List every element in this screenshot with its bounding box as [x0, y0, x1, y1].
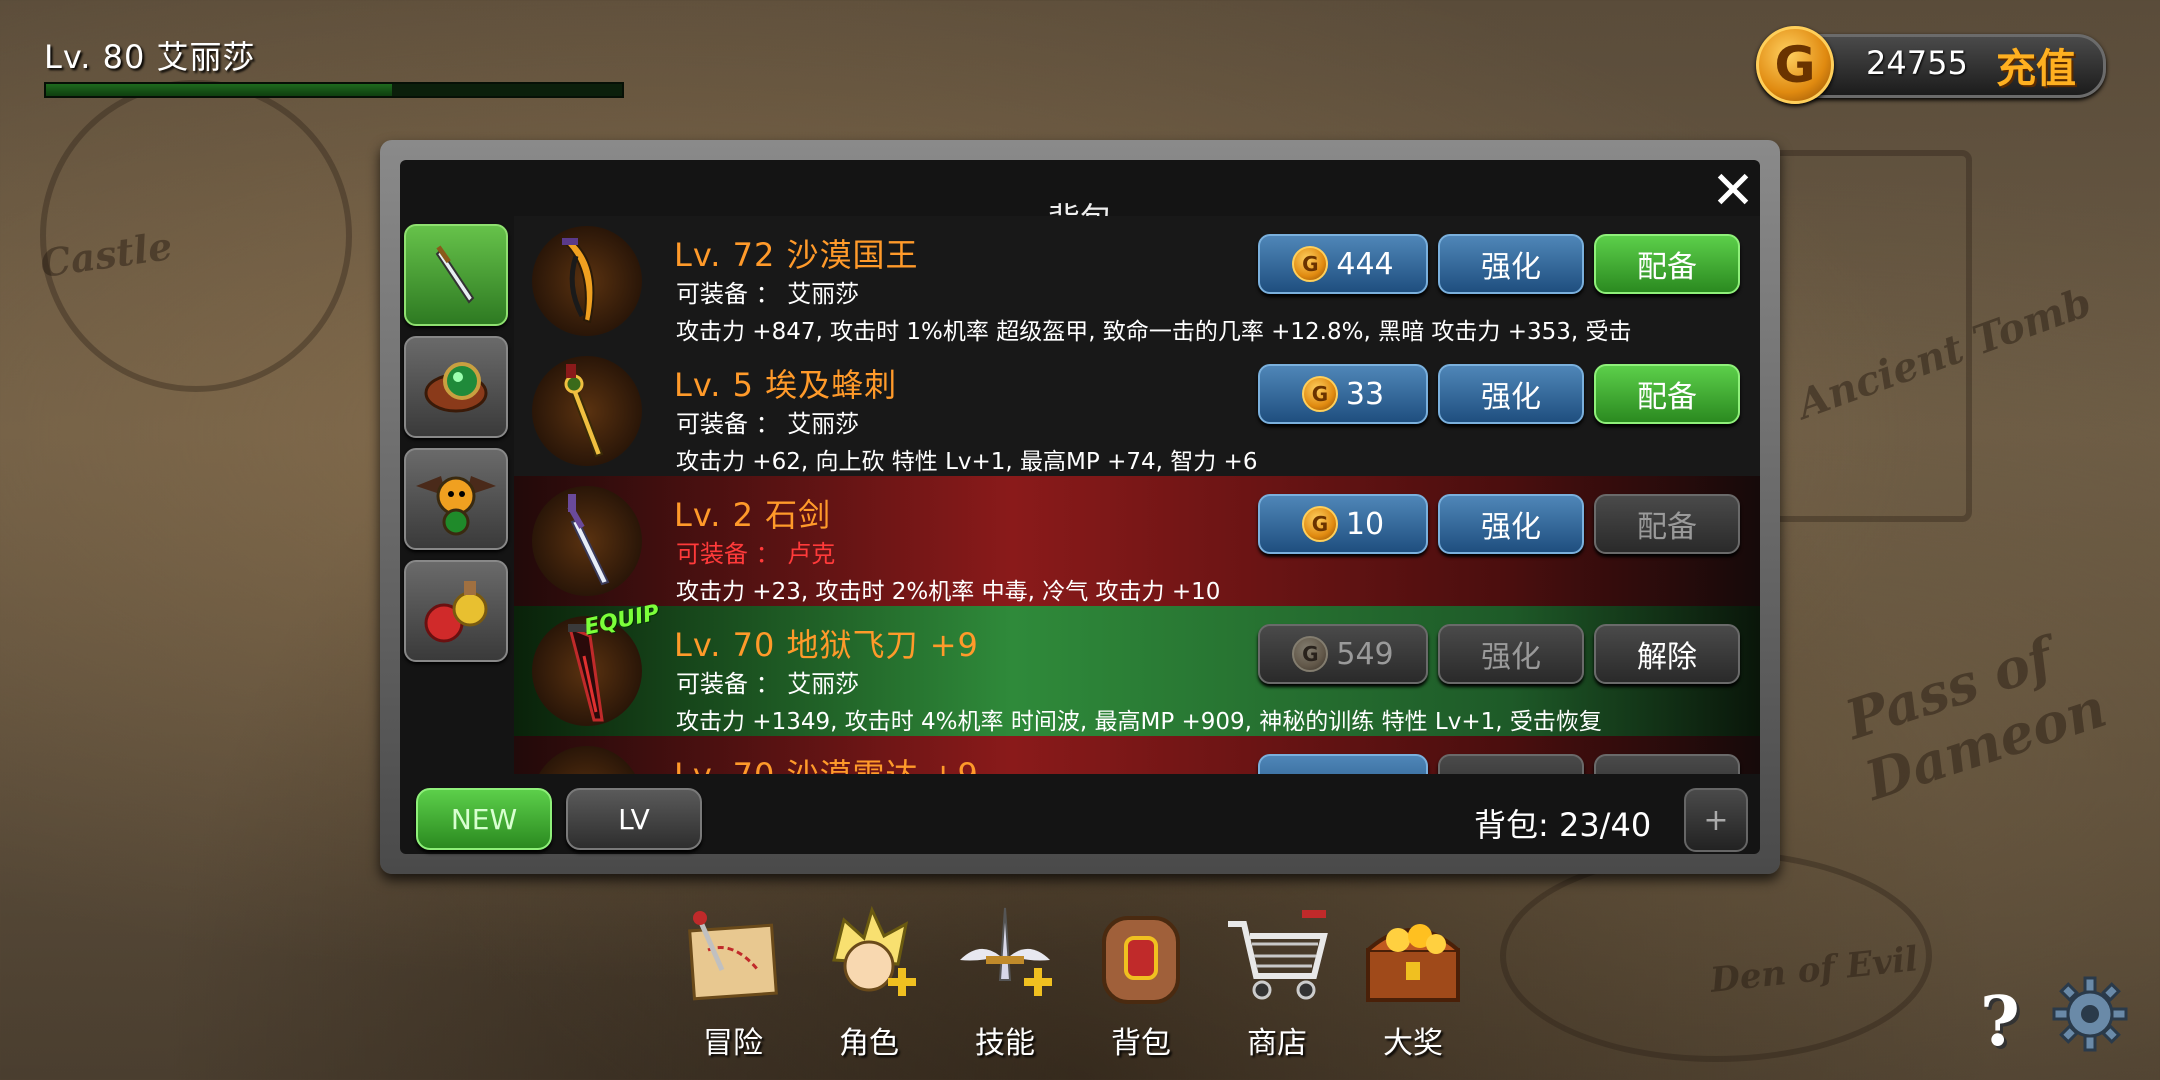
nav-grand-prize[interactable]: 大奖 — [1358, 900, 1468, 1062]
sell-button[interactable]: G 33 — [1258, 364, 1428, 424]
item-stats: 攻击力 +847, 攻击时 1%机率 超级盔甲, 致命一击的几率 +12.8%,… — [676, 319, 1632, 345]
nav-label: 角色 — [839, 1026, 899, 1061]
nav-skill[interactable]: 技能 — [950, 900, 1060, 1062]
item-row[interactable]: Lv. 5 埃及蜂刺 可装备 ： 艾丽莎 攻击力 +62, 向上砍 特性 Lv+… — [514, 346, 1760, 476]
item-name: Lv. 70 地狱飞刀 +9 — [674, 626, 979, 664]
skill-icon — [950, 900, 1060, 1010]
nav-adventure[interactable]: 冒险 — [678, 900, 788, 1062]
potion-icon — [406, 562, 506, 660]
tab-weapon[interactable] — [404, 224, 508, 326]
ring-icon — [406, 338, 506, 436]
item-stats: 攻击力 +1349, 攻击时 4%机率 时间波, 最高MP +909, 神秘的训… — [676, 709, 1602, 735]
item-equip-by: 可装备 ： 艾丽莎 — [676, 410, 860, 438]
stinger-dagger-icon — [532, 356, 642, 466]
item-list[interactable]: Lv. 72 沙漠国王 可装备 ： 艾丽莎 攻击力 +847, 攻击时 1%机率… — [514, 216, 1760, 774]
sell-price: 549 — [1336, 636, 1394, 672]
equip-button[interactable]: 配备 — [1594, 364, 1740, 424]
item-name: Lv. 70 沙漠雷达 +9 — [674, 750, 979, 774]
close-icon[interactable]: ✕ — [1708, 165, 1758, 217]
shop-cart-icon — [1222, 900, 1332, 1010]
dragon-pet-icon — [406, 450, 506, 548]
nav-label: 冒险 — [703, 1026, 763, 1061]
unequip-button[interactable]: 解除 — [1594, 624, 1740, 684]
sell-button[interactable]: G 10 — [1258, 494, 1428, 554]
nav-label: 大奖 — [1383, 1026, 1443, 1061]
sell-button[interactable]: G 444 — [1258, 234, 1428, 294]
gear-icon[interactable] — [2052, 976, 2128, 1056]
exp-fill — [46, 84, 392, 96]
item-name: Lv. 72 沙漠国王 — [674, 236, 919, 274]
item-name: Lv. 5 埃及蜂刺 — [674, 366, 898, 404]
tab-potion[interactable] — [404, 560, 508, 662]
dagger-icon — [532, 226, 642, 336]
equip-button[interactable] — [1594, 754, 1740, 774]
player-info: Lv. 80 艾丽莎 — [44, 32, 256, 78]
item-row[interactable]: Lv. 2 石剑 可装备 ： 卢克 攻击力 +23, 攻击时 2%机率 中毒, … — [514, 476, 1760, 606]
coin-icon: G — [1301, 376, 1338, 412]
item-equip-by: 可装备 ： 艾丽莎 — [676, 670, 860, 698]
character-icon — [814, 900, 924, 1010]
nav-backpack[interactable]: 背包 — [1086, 900, 1196, 1062]
tab-accessory[interactable] — [404, 336, 508, 438]
enhance-button[interactable]: 强化 — [1438, 494, 1584, 554]
sell-button[interactable] — [1258, 754, 1428, 774]
sell-button-disabled: G 549 — [1258, 624, 1428, 684]
sell-price: 10 — [1345, 506, 1385, 542]
enhance-button-disabled: 强化 — [1438, 624, 1584, 684]
sort-level-button[interactable]: LV — [566, 788, 702, 850]
help-icon[interactable]: ? — [1980, 982, 2020, 1062]
enhance-button[interactable] — [1438, 754, 1584, 774]
sell-price: 444 — [1336, 246, 1394, 282]
item-row[interactable]: Lv. 72 沙漠国王 可装备 ： 艾丽莎 攻击力 +847, 攻击时 1%机率… — [514, 216, 1760, 346]
expand-bag-button[interactable]: + — [1684, 788, 1748, 852]
nav-shop[interactable]: 商店 — [1222, 900, 1332, 1062]
item-name: Lv. 2 石剑 — [674, 496, 832, 534]
coin-icon: G — [1292, 636, 1329, 672]
equip-button-disabled: 配备 — [1594, 494, 1740, 554]
nav-label: 背包 — [1111, 1026, 1171, 1061]
nav-character[interactable]: 角色 — [814, 900, 924, 1062]
bag-capacity: 背包: 23/40 — [1474, 806, 1652, 844]
sort-new-button[interactable]: NEW — [416, 788, 552, 850]
recharge-button[interactable]: 充值 — [1996, 36, 2076, 94]
sell-price: 33 — [1345, 376, 1385, 412]
backpack-icon — [1086, 900, 1196, 1010]
coin-icon: G — [1292, 246, 1329, 282]
item-stats: 攻击力 +23, 攻击时 2%机率 中毒, 冷气 攻击力 +10 — [676, 579, 1221, 605]
stone-sword-icon — [532, 486, 642, 596]
equip-button[interactable]: 配备 — [1594, 234, 1740, 294]
item-row[interactable]: Lv. 70 沙漠雷达 +9 — [514, 736, 1760, 774]
item-equip-by: 可装备 ： 艾丽莎 — [676, 280, 860, 308]
item-equip-by: 可装备 ： 卢克 — [676, 540, 836, 568]
adventure-map-icon — [678, 900, 788, 1010]
tab-pet[interactable] — [404, 448, 508, 550]
sword-icon — [406, 226, 506, 324]
item-row-equipped[interactable]: EQUIP Lv. 70 地狱飞刀 +9 可装备 ： 艾丽莎 攻击力 +1349… — [514, 600, 1760, 736]
enhance-button[interactable]: 强化 — [1438, 364, 1584, 424]
item-stats: 攻击力 +62, 向上砍 特性 Lv+1, 最高MP +74, 智力 +6 — [676, 449, 1258, 475]
category-tabs — [404, 224, 514, 672]
nav-label: 技能 — [975, 1026, 1035, 1061]
treasure-chest-icon — [1358, 900, 1468, 1010]
exp-bar — [44, 82, 624, 98]
enhance-button[interactable]: 强化 — [1438, 234, 1584, 294]
gold-amount: 24755 — [1866, 44, 1968, 82]
gold-coin-icon: G — [1756, 26, 1834, 104]
weapon-icon — [532, 746, 642, 774]
nav-label: 商店 — [1247, 1026, 1307, 1061]
inventory-footer: NEW LV 背包: 23/40 + — [400, 774, 1760, 864]
player-level-name: Lv. 80 艾丽莎 — [44, 38, 256, 76]
coin-icon: G — [1301, 506, 1338, 542]
